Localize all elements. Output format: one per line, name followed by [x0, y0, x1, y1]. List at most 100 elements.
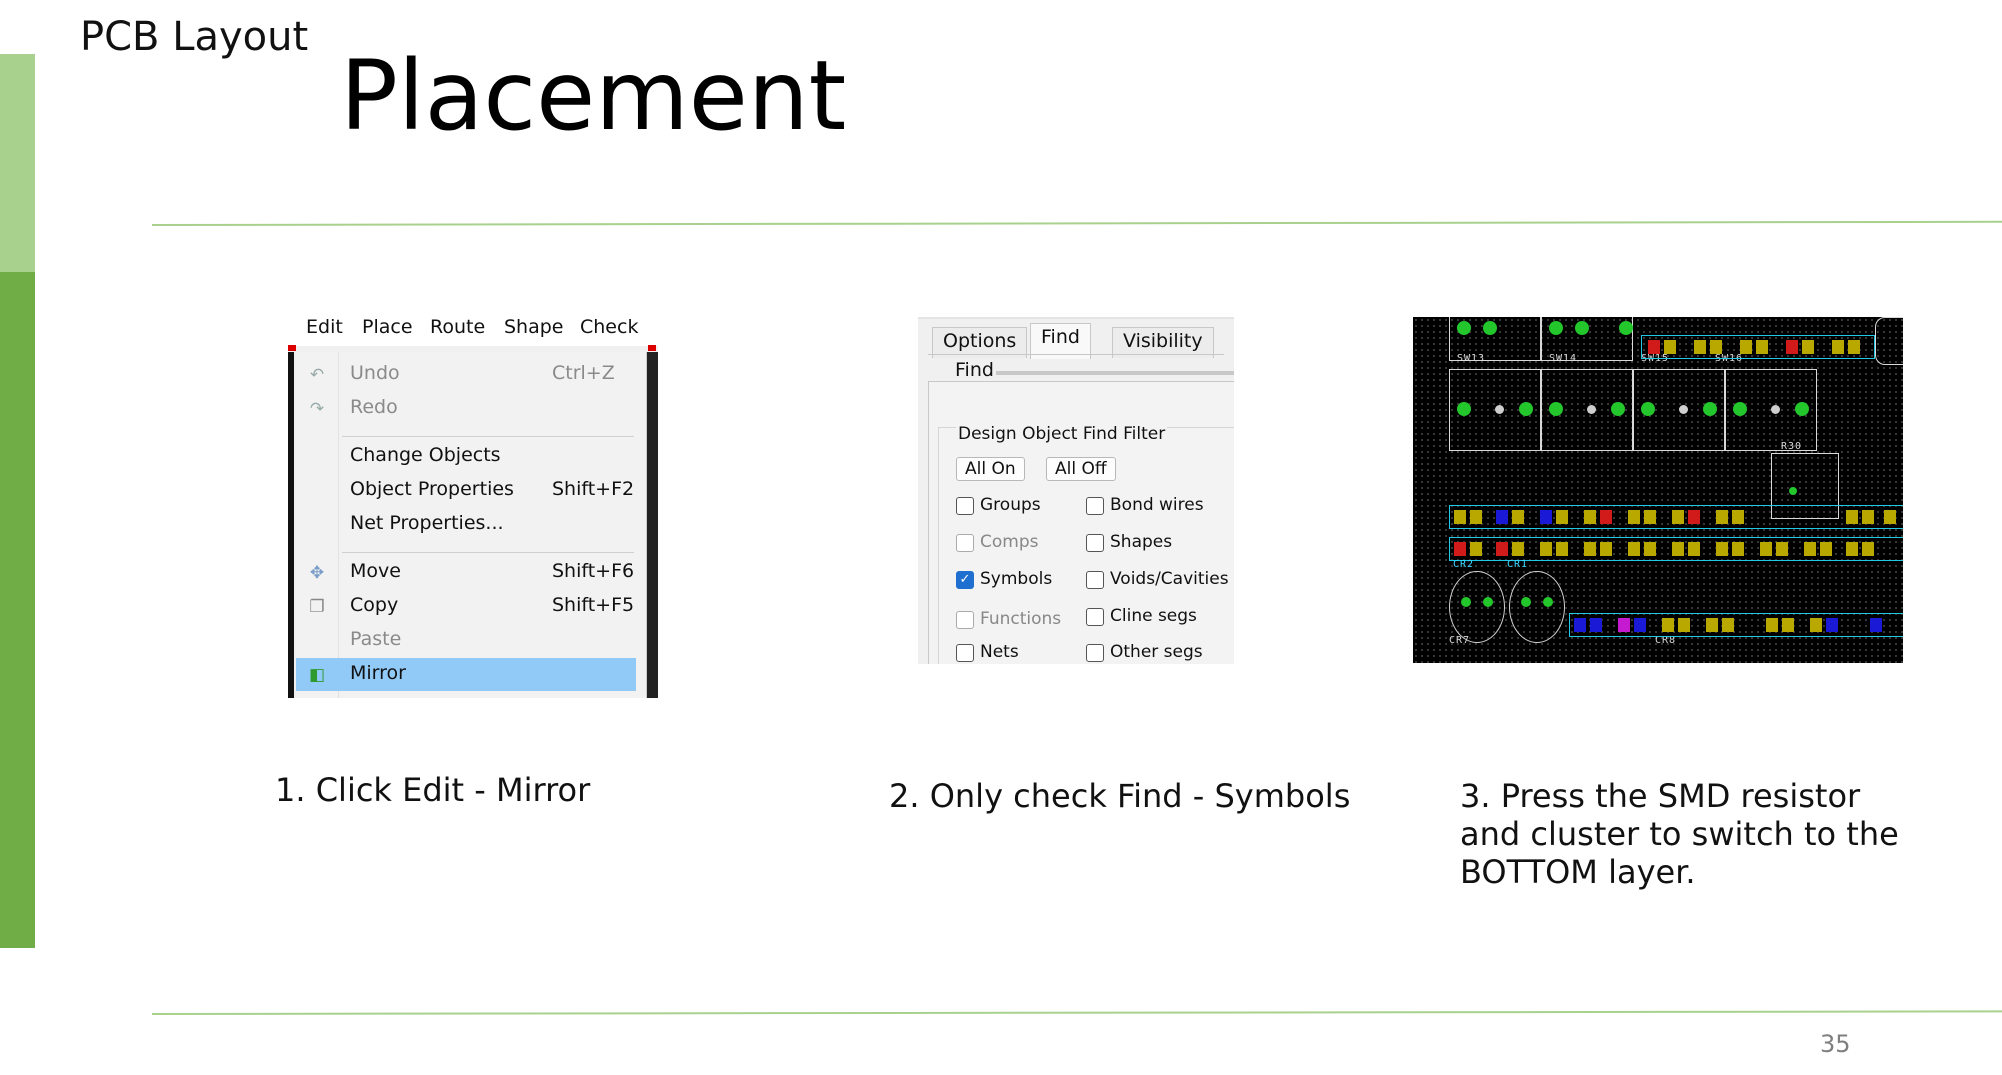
- smd-resistor: [1600, 542, 1612, 556]
- smd-resistor: [1648, 340, 1660, 354]
- checkbox-box[interactable]: [1086, 497, 1104, 515]
- menu-item-shortcut: Ctrl+Z: [552, 362, 615, 384]
- menu-item-shortcut: Shift+F5: [552, 594, 635, 616]
- smd-resistor: [1862, 542, 1874, 556]
- mirror-icon: ◧: [308, 665, 326, 685]
- pad: [1457, 402, 1471, 416]
- checkbox-box[interactable]: [1086, 534, 1104, 552]
- pad: [1703, 402, 1717, 416]
- menu-item-label: Object Properties: [350, 478, 514, 500]
- smd-resistor: [1802, 340, 1814, 354]
- smd-resistor: [1766, 618, 1778, 632]
- smd-cluster[interactable]: [1569, 613, 1903, 637]
- smd-resistor: [1732, 510, 1744, 524]
- pad: [1795, 402, 1809, 416]
- checkbox-label: Cline segs: [1110, 606, 1197, 626]
- smd-resistor: [1470, 510, 1482, 524]
- part-outline: [1875, 317, 1903, 365]
- smd-resistor: [1628, 510, 1640, 524]
- checkbox-label: Functions: [980, 609, 1062, 629]
- checkbox-box[interactable]: [1086, 571, 1104, 589]
- checkbox-box[interactable]: [956, 644, 974, 662]
- smd-resistor: [1786, 340, 1798, 354]
- undo-icon: ↶: [309, 365, 325, 385]
- menu-shape[interactable]: Shape: [504, 316, 564, 338]
- step-2-caption: 2. Only check Find - Symbols: [889, 777, 1351, 815]
- menu-item-copy[interactable]: ❐ Copy Shift+F5: [296, 590, 636, 623]
- smd-cluster[interactable]: [1449, 505, 1903, 529]
- smd-resistor: [1470, 542, 1482, 556]
- smd-resistor: [1584, 510, 1596, 524]
- smd-resistor: [1688, 542, 1700, 556]
- checkbox-box[interactable]: [956, 497, 974, 515]
- menu-item-redo[interactable]: ↷ Redo: [296, 392, 636, 425]
- smd-resistor: [1662, 618, 1674, 632]
- accent-bar-light: [0, 54, 35, 272]
- menu-item-shortcut: Shift+F6: [552, 560, 635, 582]
- menu-item-mirror[interactable]: ◧ Mirror: [296, 658, 636, 691]
- smd-resistor: [1678, 618, 1690, 632]
- smd-resistor: [1732, 542, 1744, 556]
- smd-cluster[interactable]: [1449, 537, 1903, 561]
- checkbox-box[interactable]: [956, 534, 974, 552]
- smd-resistor: [1694, 340, 1706, 354]
- pad: [1519, 402, 1533, 416]
- checkbox-box[interactable]: [956, 611, 974, 629]
- slide-title: Placement: [340, 40, 847, 152]
- menu-item-label: Net Properties...: [350, 512, 504, 534]
- diode-outline[interactable]: [1449, 571, 1505, 643]
- smd-resistor: [1672, 542, 1684, 556]
- smd-resistor: [1540, 542, 1552, 556]
- menu-edit[interactable]: Edit: [306, 316, 343, 338]
- smd-resistor: [1710, 340, 1722, 354]
- checkbox-label: Bond wires: [1110, 495, 1204, 515]
- canvas-edge: [288, 352, 294, 698]
- checkbox-box[interactable]: [1086, 608, 1104, 626]
- pad: [1495, 405, 1504, 414]
- smd-cluster[interactable]: [1641, 335, 1875, 359]
- pad: [1549, 402, 1563, 416]
- smd-resistor: [1496, 542, 1508, 556]
- smd-resistor: [1832, 340, 1844, 354]
- menu-item-shortcut: Shift+F2: [552, 478, 635, 500]
- all-off-button[interactable]: All Off: [1046, 457, 1116, 481]
- step-1-caption: 1. Click Edit - Mirror: [275, 771, 591, 809]
- menu-item-label: Mirror: [350, 662, 406, 684]
- pad: [1483, 597, 1493, 607]
- pcb-layout-view[interactable]: SW13 SW14 SW15 SW16 R30 CR2 CR1 CR7 CR8: [1413, 317, 1903, 663]
- menu-check[interactable]: Check: [580, 316, 638, 338]
- ref-label: CR7: [1449, 635, 1471, 646]
- checkbox-label: Comps: [980, 532, 1039, 552]
- pad: [1461, 597, 1471, 607]
- menu-item-change-objects[interactable]: Change Objects: [296, 440, 636, 473]
- menu-item-paste[interactable]: Paste: [296, 624, 636, 657]
- menu-item-undo[interactable]: ↶ Undo Ctrl+Z: [296, 358, 636, 391]
- pad: [1641, 402, 1655, 416]
- smd-resistor: [1826, 618, 1838, 632]
- checkbox-label: Groups: [980, 495, 1041, 515]
- redo-icon: ↷: [309, 399, 325, 419]
- menu-item-move[interactable]: ✥ Move Shift+F6: [296, 556, 636, 589]
- menu-item-net-properties[interactable]: Net Properties...: [296, 508, 636, 541]
- ref-label: CR2: [1453, 559, 1475, 570]
- smd-resistor: [1820, 542, 1832, 556]
- accent-bar-dark: [0, 272, 35, 948]
- smd-resistor: [1618, 618, 1630, 632]
- menu-route[interactable]: Route: [430, 316, 485, 338]
- pad: [1679, 405, 1688, 414]
- menu-item-object-properties[interactable]: Object Properties Shift+F2: [296, 474, 636, 507]
- menu-item-label: Copy: [350, 594, 399, 616]
- pad: [1733, 402, 1747, 416]
- filter-group-title: Design Object Find Filter: [956, 424, 1168, 444]
- checkbox-box[interactable]: [1086, 644, 1104, 662]
- checkbox-label: Other segs: [1110, 642, 1203, 662]
- checkmark-icon[interactable]: ✓: [956, 571, 974, 589]
- all-on-button[interactable]: All On: [956, 457, 1025, 481]
- menu-place[interactable]: Place: [362, 316, 413, 338]
- menu-item-label: Move: [350, 560, 401, 582]
- diode-outline[interactable]: [1509, 571, 1565, 643]
- smd-resistor: [1716, 510, 1728, 524]
- smd-resistor: [1782, 618, 1794, 632]
- ref-label: SW14: [1549, 353, 1578, 364]
- smd-resistor: [1760, 542, 1772, 556]
